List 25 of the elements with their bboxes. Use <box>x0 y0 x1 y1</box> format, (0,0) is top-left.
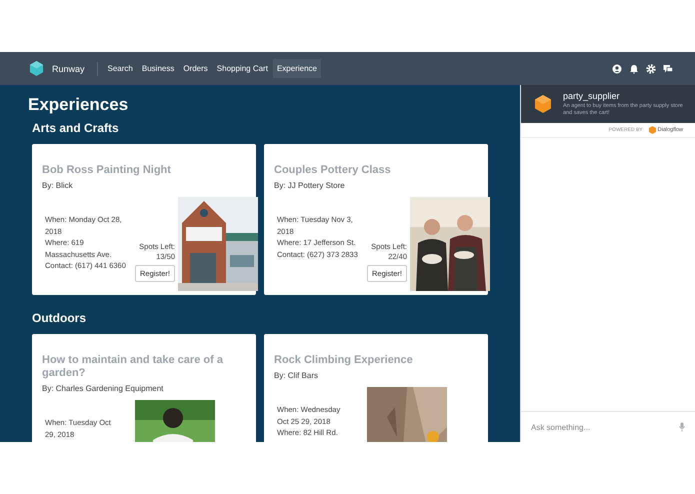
card-title: How to maintain and take care of a garden? <box>42 354 224 380</box>
user-icon[interactable] <box>612 64 622 74</box>
card-organizer: By: JJ Pottery Store <box>274 181 346 190</box>
bell-icon[interactable] <box>629 64 639 74</box>
card-organizer: By: Clif Bars <box>274 371 320 380</box>
nav-link[interactable]: Experience <box>272 59 321 78</box>
brand-name[interactable]: Runway <box>52 64 85 74</box>
card-organizer: By: Blick <box>42 181 74 190</box>
card-title: Rock Climbing Experience <box>274 354 414 367</box>
card-title: Couples Pottery Class <box>274 164 392 177</box>
settings-icon[interactable] <box>646 64 656 74</box>
logo-icon <box>29 61 44 76</box>
card-title: Bob Ross Painting Night <box>42 164 172 177</box>
cube-icon <box>535 95 551 113</box>
section-heading: Arts and Crafts <box>32 121 120 135</box>
dialogflow-logo-icon <box>648 126 656 134</box>
page-title: Experiences <box>28 95 130 115</box>
nav-link[interactable]: Shopping Cart <box>212 59 272 78</box>
card-organizer: By: Charles Gardening Equipment <box>42 384 164 393</box>
chat-icon[interactable] <box>663 64 673 74</box>
nav-link[interactable]: Search <box>104 59 137 78</box>
section-heading: Outdoors <box>32 311 87 325</box>
agent-name: party_supplier <box>563 91 621 101</box>
nav-link[interactable]: Orders <box>179 59 212 78</box>
nav-link[interactable]: Business <box>138 59 178 78</box>
